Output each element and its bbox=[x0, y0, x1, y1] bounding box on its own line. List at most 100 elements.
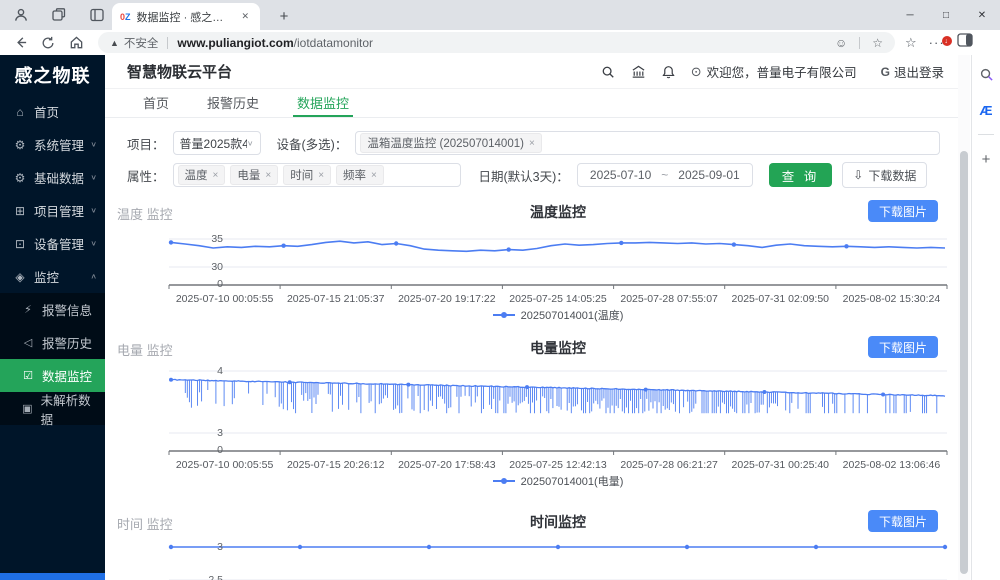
logout-label: 退出登录 bbox=[894, 62, 944, 81]
download-data-button[interactable]: ⇩ 下载数据 bbox=[842, 162, 927, 188]
sidebar-item-alarm-info[interactable]: ⚡ 报警信息 bbox=[0, 293, 105, 326]
app-logo: 感之物联 bbox=[0, 55, 105, 95]
app-header: 智慧物联云平台 ⊙ 欢迎您，普量电子有限公司 G 退出登录 bbox=[105, 55, 958, 89]
download-image-button[interactable]: 下载图片 bbox=[868, 200, 938, 222]
tab-alarm-history[interactable]: 报警历史 bbox=[203, 89, 263, 117]
url-bar[interactable]: ▲ 不安全 www.puliangiot.com /iotdatamonitor… bbox=[98, 32, 895, 53]
sidebar-item-project-mgmt[interactable]: ⊞ 项目管理 ∨ bbox=[0, 194, 105, 227]
home-icon: ⌂ bbox=[13, 105, 27, 119]
url-divider bbox=[167, 37, 168, 49]
attr-tag-label: 电量 bbox=[237, 167, 260, 183]
legend-label: 202507014001(电量) bbox=[521, 473, 624, 489]
window-controls: ─ □ ✕ bbox=[892, 0, 1000, 30]
browser-tabstrip: 0Z 数据监控 · 感之物联 ✕ + ─ □ ✕ bbox=[0, 0, 1000, 30]
url-path: /iotdatamonitor bbox=[294, 36, 373, 50]
attribute-multiselect[interactable]: 温度 × 电量 × 时间× 频率× bbox=[173, 163, 461, 187]
device-tag[interactable]: 温箱温度监控 (202507014001) × bbox=[360, 133, 541, 153]
rail-search-icon[interactable] bbox=[979, 67, 994, 87]
attr-tag-battery[interactable]: 电量 × bbox=[230, 165, 278, 185]
favorite-star-icon[interactable]: ☆ bbox=[872, 36, 883, 50]
date-label: 日期(默认3天)： bbox=[479, 166, 569, 185]
section-label: 电量 监控 bbox=[117, 340, 173, 359]
tab-close-icon[interactable]: ✕ bbox=[238, 10, 252, 23]
chart-legend[interactable]: 202507014001(电量) bbox=[169, 474, 947, 488]
sidebar-item-monitor[interactable]: ◈ 监控 ∧ bbox=[0, 260, 105, 293]
sidebar-item-base-data[interactable]: ⚙ 基础数据 ∨ bbox=[0, 161, 105, 194]
remove-tag-icon[interactable]: × bbox=[265, 170, 271, 181]
more-menu-icon[interactable]: ···↓ bbox=[929, 35, 945, 50]
back-icon[interactable] bbox=[6, 32, 34, 53]
sidebar-item-alarm-history[interactable]: ◁ 报警历史 bbox=[0, 326, 105, 359]
organization-icon[interactable] bbox=[631, 65, 646, 79]
rail-divider bbox=[978, 134, 994, 135]
rail-add-icon[interactable]: + bbox=[982, 151, 991, 168]
account-menu[interactable]: ⊙ 欢迎您，普量电子有限公司 bbox=[691, 62, 857, 81]
chevron-down-icon: ∨ bbox=[247, 139, 254, 148]
tab-actions-icon[interactable] bbox=[82, 3, 112, 27]
feedback-icon[interactable]: ☺ bbox=[835, 36, 847, 50]
date-end: 2025-09-01 bbox=[678, 168, 739, 182]
logout-button[interactable]: G 退出登录 bbox=[881, 62, 944, 81]
rail-extension-icon[interactable]: Æ bbox=[980, 103, 993, 118]
attr-tag-temperature[interactable]: 温度 × bbox=[178, 165, 226, 185]
chart-legend[interactable]: 202507014001(温度) bbox=[169, 308, 947, 322]
not-secure-warning-icon[interactable]: ▲ bbox=[110, 38, 119, 48]
speaker-icon: ◁ bbox=[21, 336, 35, 349]
project-label: 项目： bbox=[127, 134, 165, 153]
bell-icon[interactable] bbox=[662, 65, 675, 79]
battery-chart-section: 电量 监控 电量监控 下载图片 4 3 0 2025-07-10 00:05:5… bbox=[105, 336, 958, 488]
x-axis-labels: 2025-07-10 00:05:552025-07-15 21:05:3720… bbox=[169, 293, 947, 305]
section-label: 时间 监控 bbox=[117, 514, 173, 533]
sidebar-item-label: 数据监控 bbox=[42, 366, 92, 385]
search-icon[interactable] bbox=[601, 65, 615, 79]
attr-tag-time[interactable]: 时间× bbox=[283, 165, 331, 185]
sidebar-item-device-mgmt[interactable]: ⊡ 设备管理 ∨ bbox=[0, 227, 105, 260]
scrollbar-thumb[interactable] bbox=[960, 151, 968, 574]
remove-tag-icon[interactable]: × bbox=[529, 138, 535, 149]
reload-icon[interactable] bbox=[34, 32, 62, 53]
legend-marker-icon bbox=[493, 311, 515, 319]
sidebar-item-label: 首页 bbox=[34, 102, 59, 121]
maximize-button[interactable]: □ bbox=[928, 0, 964, 30]
y-tick-label: 2.5 bbox=[173, 574, 223, 580]
filter-panel: 项目： 普量2025款4... ∨ 设备(多选)： 温箱温度监控 (202507… bbox=[105, 118, 958, 196]
remove-tag-icon[interactable]: × bbox=[318, 170, 324, 181]
tab-data-monitor[interactable]: 数据监控 bbox=[293, 89, 353, 117]
workspaces-icon[interactable] bbox=[44, 3, 74, 27]
project-select[interactable]: 普量2025款4... ∨ bbox=[173, 131, 261, 155]
sidebar-item-data-monitor[interactable]: ☑ 数据监控 bbox=[0, 359, 105, 392]
browser-tab[interactable]: 0Z 数据监控 · 感之物联 ✕ bbox=[112, 3, 260, 30]
home-icon[interactable] bbox=[62, 32, 90, 53]
chart-title: 时间监控 bbox=[169, 510, 947, 534]
minimize-button[interactable]: ─ bbox=[892, 0, 928, 30]
page-scrollbar[interactable] bbox=[958, 55, 970, 580]
y-tick-label: 35 bbox=[173, 233, 223, 245]
download-image-button[interactable]: 下载图片 bbox=[868, 510, 938, 532]
new-tab-button[interactable]: + bbox=[272, 4, 296, 28]
download-image-button[interactable]: 下载图片 bbox=[868, 336, 938, 358]
query-button[interactable]: 查 询 bbox=[769, 163, 832, 187]
close-button[interactable]: ✕ bbox=[964, 0, 1000, 30]
legend-label: 202507014001(温度) bbox=[521, 307, 624, 323]
device-tag-label: 温箱温度监控 (202507014001) bbox=[367, 135, 524, 151]
y-axis-zero-label: 0 bbox=[173, 444, 223, 456]
device-multiselect[interactable]: 温箱温度监控 (202507014001) × bbox=[355, 131, 940, 155]
sidebar-item-system-mgmt[interactable]: ⚙ 系统管理 ∨ bbox=[0, 128, 105, 161]
pill-divider bbox=[859, 37, 860, 49]
remove-tag-icon[interactable]: × bbox=[213, 170, 219, 181]
attr-tag-label: 温度 bbox=[185, 167, 208, 183]
sidebar-item-label: 设备管理 bbox=[34, 234, 84, 253]
attr-tag-frequency[interactable]: 频率× bbox=[336, 165, 384, 185]
remove-tag-icon[interactable]: × bbox=[371, 170, 377, 181]
chevron-down-icon: ∨ bbox=[90, 173, 97, 182]
profile-icon[interactable] bbox=[6, 3, 36, 27]
chevron-down-icon: ∨ bbox=[90, 206, 97, 215]
sidebar-item-unparsed-data[interactable]: ▣ 未解析数据 bbox=[0, 392, 105, 425]
date-range-picker[interactable]: 2025-07-10 ~ 2025-09-01 bbox=[577, 163, 753, 187]
browser-profile-icon[interactable] bbox=[957, 33, 973, 52]
sidebar-item-home[interactable]: ⌂ 首页 bbox=[0, 95, 105, 128]
tab-home[interactable]: 首页 bbox=[139, 89, 173, 117]
charts-area: 温度 监控 温度监控 下载图片 35 30 0 2025-07-10 00:05… bbox=[105, 200, 958, 580]
collections-icon[interactable]: ☆ bbox=[905, 35, 917, 51]
chevron-down-icon: ∨ bbox=[90, 239, 97, 248]
